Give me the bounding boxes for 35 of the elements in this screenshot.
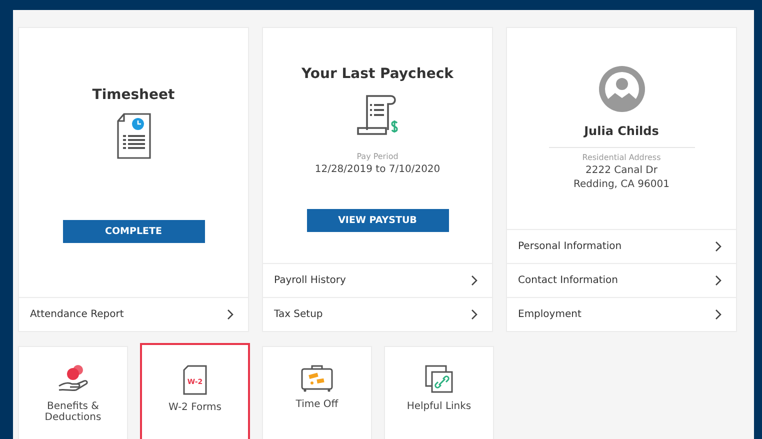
timesheet-document-icon <box>116 113 152 159</box>
tile-label: Benefits & Deductions <box>44 402 102 423</box>
complete-button[interactable]: COMPLETE <box>62 220 204 243</box>
chevron-right-icon <box>715 275 722 286</box>
card-title: Your Last Paycheck <box>302 66 454 82</box>
link-pages-icon <box>424 364 454 394</box>
card-link[interactable]: Attendance Report <box>19 297 248 331</box>
chevron-right-icon <box>471 275 478 286</box>
card-link[interactable]: Personal Information <box>507 229 736 263</box>
card-title: Timesheet <box>92 87 175 103</box>
employee-name: Julia Childs <box>548 124 694 148</box>
tile-label: Time Off <box>294 400 340 410</box>
hand-coins-icon <box>56 364 90 394</box>
chevron-right-icon <box>471 309 478 320</box>
address-label: Residential Address <box>582 153 661 162</box>
receipt-dollar-icon <box>354 92 400 138</box>
address-line: 2222 Canal Dr <box>586 165 658 176</box>
avatar-icon <box>598 65 646 113</box>
card-link[interactable]: Tax Setup <box>263 297 492 331</box>
shortcut-tile[interactable]: Time Off <box>262 346 372 439</box>
chevron-right-icon <box>715 309 722 320</box>
address-line: Redding, CA 96001 <box>574 179 670 190</box>
tile-label: Helpful Links <box>406 402 472 412</box>
card-link[interactable]: Contact Information <box>507 263 736 297</box>
chevron-right-icon <box>715 241 722 252</box>
chevron-right-icon <box>227 309 234 320</box>
card-link[interactable]: Payroll History <box>263 263 492 297</box>
suitcase-icon <box>300 364 334 392</box>
shortcut-tile[interactable]: Benefits & Deductions <box>18 346 128 439</box>
view-paystub-button[interactable]: VIEW PAYSTUB <box>306 209 448 232</box>
shortcut-tile[interactable]: Helpful Links <box>384 346 494 439</box>
card-link[interactable]: Employment <box>507 297 736 331</box>
pay-period-dates: 12/28/2019 to 7/10/2020 <box>314 164 440 175</box>
tile-label: W-2 Forms <box>167 403 223 414</box>
pay-period-label: Pay Period <box>356 152 398 161</box>
